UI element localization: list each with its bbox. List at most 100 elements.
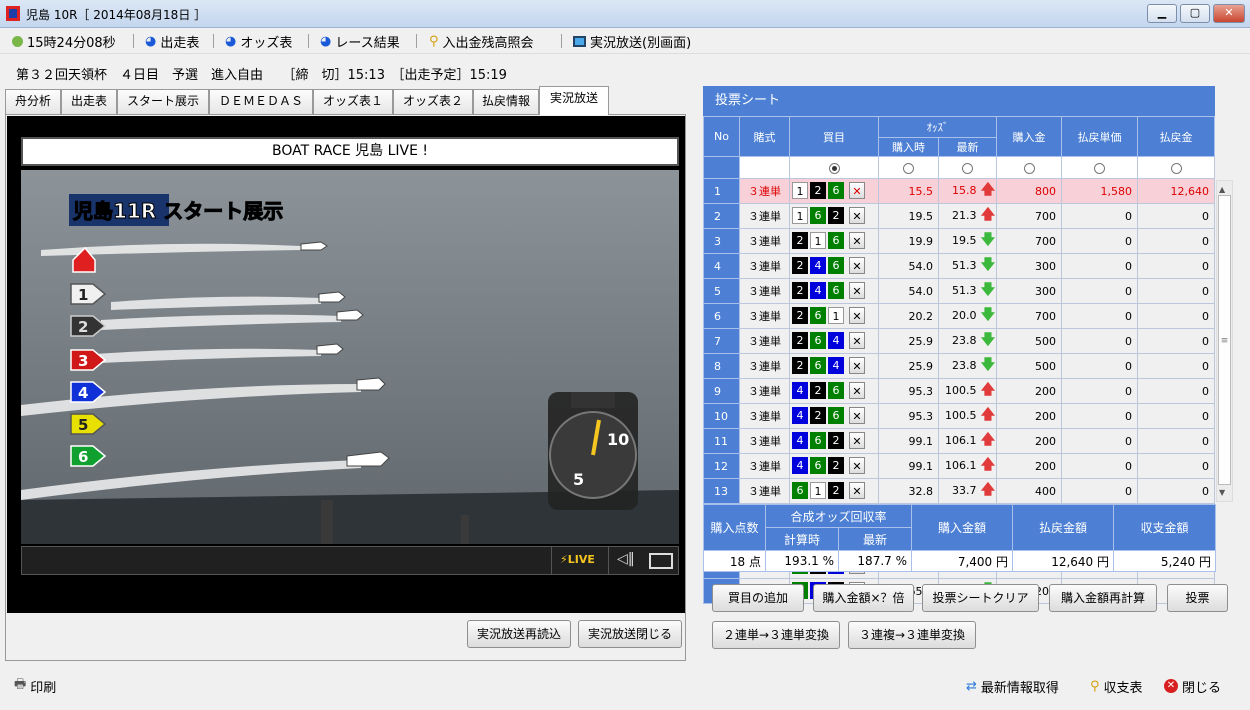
row-amount[interactable]: 200 bbox=[996, 378, 1062, 404]
remove-button[interactable]: ✕ bbox=[849, 307, 865, 324]
menu-balance[interactable]: ⚲ 入出金残高照会 bbox=[429, 32, 534, 51]
row-odds-then: 99.1 bbox=[878, 453, 939, 479]
add-selection-button[interactable]: 買目の追加 bbox=[712, 584, 804, 612]
remove-button[interactable]: ✕ bbox=[849, 232, 865, 249]
bet-row[interactable]: 4 ３連単 2 4 6 ✕ 54.0 51.3 🡇 300 0 0 bbox=[703, 253, 1215, 279]
bet-row[interactable]: 1 ３連単 1 2 6 ✕ 15.5 15.8 🡅 800 1,580 12,640 bbox=[703, 178, 1215, 204]
bet-row[interactable]: 3 ３連単 2 1 6 ✕ 19.9 19.5 🡇 700 0 0 bbox=[703, 228, 1215, 254]
live-reload-button[interactable]: 実況放送再読込 bbox=[467, 620, 571, 648]
tab-live[interactable]: 実況放送 bbox=[539, 86, 609, 115]
row-odds-now: 19.5 🡇 bbox=[938, 228, 997, 254]
print-link[interactable]: 🖶 印刷 bbox=[14, 677, 56, 696]
video-scene: 児島11R スタート展示 1 2 3 4 5 6 10 5 bbox=[21, 170, 679, 544]
sort-radio-odds-now[interactable] bbox=[962, 162, 973, 174]
recalc-button[interactable]: 購入金額再計算 bbox=[1049, 584, 1157, 612]
close-link[interactable]: ✕ 閉じる bbox=[1164, 677, 1221, 696]
remove-button[interactable]: ✕ bbox=[849, 282, 865, 299]
menu-live[interactable]: 実況放送(別画面) bbox=[573, 32, 691, 51]
remove-button[interactable]: ✕ bbox=[849, 207, 865, 224]
tab-odds2[interactable]: オッズ表２ bbox=[393, 89, 473, 114]
remove-button[interactable]: ✕ bbox=[849, 182, 865, 199]
close-window-button[interactable]: ✕ bbox=[1213, 4, 1245, 23]
boat-number: 6 bbox=[828, 257, 844, 274]
row-amount[interactable]: 700 bbox=[996, 203, 1062, 229]
bet-row[interactable]: 7 ３連単 2 6 4 ✕ 25.9 23.8 🡇 500 0 0 bbox=[703, 328, 1215, 354]
minimize-button[interactable]: ▁ bbox=[1147, 4, 1177, 23]
maximize-button[interactable]: ▢ bbox=[1180, 4, 1210, 23]
row-amount[interactable]: 700 bbox=[996, 303, 1062, 329]
boat-number: 4 bbox=[792, 382, 808, 399]
tab-demedas[interactable]: ＤＥＭＥＤＡＳ bbox=[209, 89, 313, 114]
boat-number: 1 bbox=[792, 182, 808, 199]
remove-button[interactable]: ✕ bbox=[849, 382, 865, 399]
row-odds-now: 23.8 🡇 bbox=[938, 328, 997, 354]
convert-trio-button[interactable]: ３連複→３連単変換 bbox=[848, 621, 976, 649]
ratio-now-label: 最新 bbox=[838, 527, 912, 551]
bet-row[interactable]: 9 ３連単 4 2 6 ✕ 95.3 100.5 🡅 200 0 0 bbox=[703, 378, 1215, 404]
menu-entries[interactable]: ◕ 出走表 bbox=[145, 32, 199, 51]
row-odds-now: 20.0 🡇 bbox=[938, 303, 997, 329]
row-amount[interactable]: 800 bbox=[996, 178, 1062, 204]
row-amount[interactable]: 700 bbox=[996, 228, 1062, 254]
volume-icon[interactable]: ◁‖ bbox=[617, 551, 635, 567]
row-amount[interactable]: 500 bbox=[996, 353, 1062, 379]
sort-radio-selection[interactable] bbox=[828, 162, 840, 174]
ratio-label: 合成オッズ回収率 bbox=[765, 504, 912, 528]
remove-button[interactable]: ✕ bbox=[849, 357, 865, 374]
live-close-button[interactable]: 実況放送閉じる bbox=[578, 620, 682, 648]
remove-button[interactable]: ✕ bbox=[849, 332, 865, 349]
tab-odds1[interactable]: オッズ表１ bbox=[313, 89, 393, 114]
row-amount[interactable]: 300 bbox=[996, 278, 1062, 304]
row-selection: 2 4 6 ✕ bbox=[789, 253, 879, 279]
sort-radio-unit[interactable] bbox=[1094, 162, 1105, 174]
vote-button[interactable]: 投票 bbox=[1167, 584, 1228, 612]
row-amount[interactable]: 500 bbox=[996, 328, 1062, 354]
bet-row[interactable]: 10 ３連単 4 2 6 ✕ 95.3 100.5 🡅 200 0 0 bbox=[703, 403, 1215, 429]
refresh-link[interactable]: ⇄ 最新情報取得 bbox=[966, 677, 1059, 696]
tab-start[interactable]: スタート展示 bbox=[117, 89, 209, 114]
tab-analysis[interactable]: 舟分析 bbox=[5, 89, 61, 114]
boat-number: 4 bbox=[810, 282, 826, 299]
remove-button[interactable]: ✕ bbox=[849, 257, 865, 274]
remove-button[interactable]: ✕ bbox=[849, 457, 865, 474]
row-amount[interactable]: 200 bbox=[996, 403, 1062, 429]
remove-button[interactable]: ✕ bbox=[849, 432, 865, 449]
row-odds-now: 15.8 🡅 bbox=[938, 178, 997, 204]
sort-radio-odds-then[interactable] bbox=[903, 162, 914, 174]
bet-row[interactable]: 2 ３連単 1 6 2 ✕ 19.5 21.3 🡅 700 0 0 bbox=[703, 203, 1215, 229]
clear-sheet-button[interactable]: 投票シートクリア bbox=[922, 584, 1039, 612]
tab-entries[interactable]: 出走表 bbox=[61, 89, 117, 114]
convert-exacta-button[interactable]: ２連単→３連単変換 bbox=[712, 621, 840, 649]
title-bar: 児島 10R［ 2014年08月18日 ］ ▁ ▢ ✕ bbox=[0, 0, 1250, 28]
fullscreen-icon[interactable] bbox=[649, 553, 673, 569]
remove-button[interactable]: ✕ bbox=[849, 482, 865, 499]
boat-number: 4 bbox=[792, 457, 808, 474]
bet-row[interactable]: 5 ３連単 2 4 6 ✕ 54.0 51.3 🡇 300 0 0 bbox=[703, 278, 1215, 304]
down-arrow-icon: 🡇 bbox=[980, 357, 996, 373]
row-amount[interactable]: 200 bbox=[996, 428, 1062, 454]
boat-number: 6 bbox=[828, 382, 844, 399]
sheet-scrollbar[interactable]: ▲ ≡ ▼ bbox=[1216, 180, 1233, 502]
menu-odds[interactable]: ◕ オッズ表 bbox=[225, 32, 292, 51]
menu-results[interactable]: ◕ レース結果 bbox=[320, 32, 400, 51]
bet-row[interactable]: 12 ３連単 4 6 2 ✕ 99.1 106.1 🡅 200 0 0 bbox=[703, 453, 1215, 479]
row-payout: 0 bbox=[1137, 228, 1215, 254]
remove-button[interactable]: ✕ bbox=[849, 407, 865, 424]
boat-number: 4 bbox=[792, 407, 808, 424]
wave-icon: ◕ bbox=[320, 33, 332, 49]
boat-number: 2 bbox=[792, 357, 808, 374]
sort-radio-amount[interactable] bbox=[1023, 162, 1035, 174]
row-unit: 0 bbox=[1061, 378, 1138, 404]
row-amount[interactable]: 300 bbox=[996, 253, 1062, 279]
bet-row[interactable]: 6 ３連単 2 6 1 ✕ 20.2 20.0 🡇 700 0 0 bbox=[703, 303, 1215, 329]
multiply-amount-button[interactable]: 購入金額×？倍 bbox=[813, 584, 914, 612]
bet-row[interactable]: 13 ３連単 6 1 2 ✕ 32.8 33.7 🡅 400 0 0 bbox=[703, 478, 1215, 504]
tab-payout[interactable]: 払戻情報 bbox=[473, 89, 539, 114]
row-amount[interactable]: 400 bbox=[996, 478, 1062, 504]
up-arrow-icon: 🡅 bbox=[980, 382, 996, 398]
bet-row[interactable]: 8 ３連単 2 6 4 ✕ 25.9 23.8 🡇 500 0 0 bbox=[703, 353, 1215, 379]
row-amount[interactable]: 200 bbox=[996, 453, 1062, 479]
sort-radio-payout[interactable] bbox=[1170, 162, 1182, 174]
ledger-link[interactable]: ⚲ 収支表 bbox=[1090, 677, 1143, 696]
bet-row[interactable]: 11 ３連単 4 6 2 ✕ 99.1 106.1 🡅 200 0 0 bbox=[703, 428, 1215, 454]
